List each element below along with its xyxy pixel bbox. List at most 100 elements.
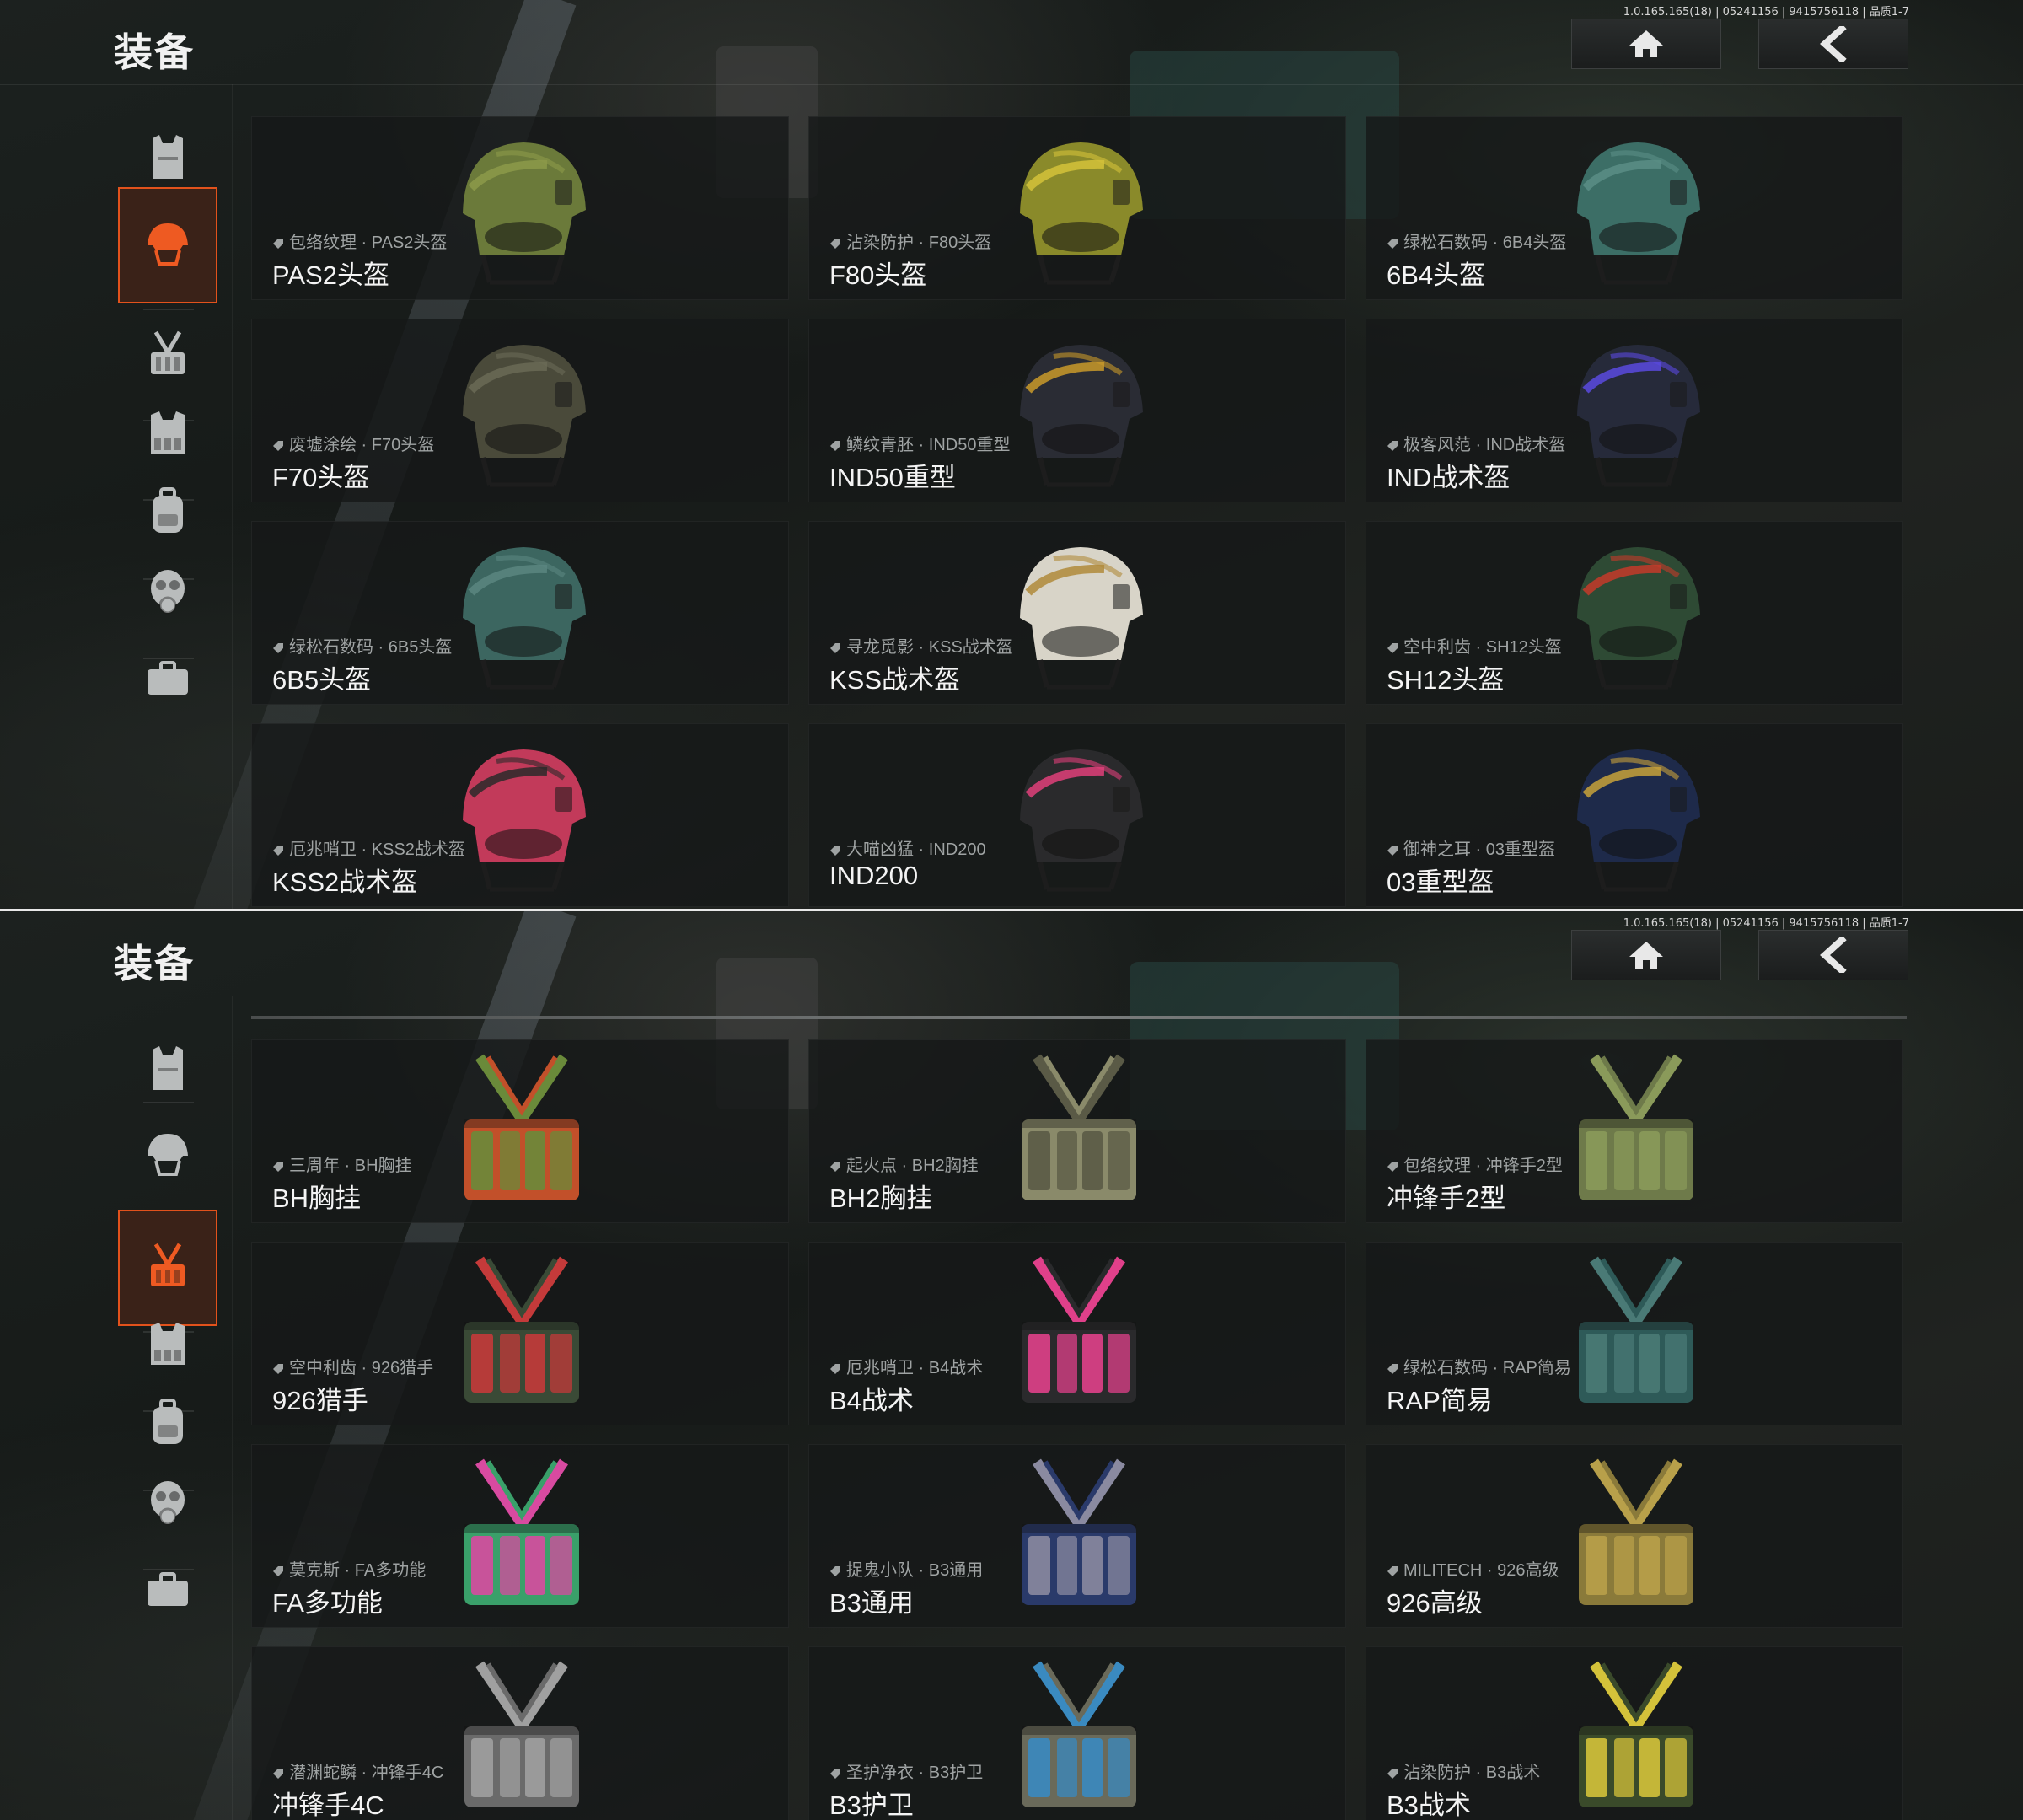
item-skin-text: MILITECH · 926高级	[1403, 1561, 1559, 1580]
item-card[interactable]: 绿松石数码 · RAP简易 RAP简易	[1366, 1242, 1903, 1425]
item-card[interactable]: 厄兆哨卫 · KSS2战术盔 KSS2战术盔	[251, 723, 789, 907]
case-icon	[141, 652, 195, 711]
sidebar-divider	[232, 84, 233, 909]
vest-icon	[141, 132, 195, 190]
item-name: 冲锋手2型	[1387, 1184, 1506, 1213]
item-skin-label: 绿松石数码 · 6B4头盔	[1387, 228, 1566, 253]
helmet-image	[1003, 331, 1155, 491]
item-skin-text: 起火点 · BH2胸挂	[846, 1157, 979, 1175]
chest-rig-image	[446, 1052, 598, 1212]
item-card[interactable]: 寻龙觅影 · KSS战术盔 KSS战术盔	[808, 521, 1346, 705]
chest-rig-image	[1560, 1457, 1712, 1617]
item-skin-text: 御神之耳 · 03重型盔	[1403, 840, 1556, 859]
armor-rig-icon	[141, 1318, 195, 1376]
item-skin-text: 包络纹理 · 冲锋手2型	[1403, 1157, 1563, 1175]
item-card[interactable]: 空中利齿 · 926猎手 926猎手	[251, 1242, 789, 1425]
category-tab-helmet[interactable]	[118, 187, 217, 303]
item-skin-text: 潜渊蛇鳞 · 冲锋手4C	[289, 1764, 444, 1782]
item-card[interactable]: 起火点 · BH2胸挂 BH2胸挂	[808, 1039, 1346, 1223]
skin-tag-icon	[1387, 841, 1398, 856]
skin-tag-icon	[829, 1764, 841, 1779]
item-name: IND50重型	[829, 463, 956, 492]
item-skin-label: 厄兆哨卫 · B4战术	[829, 1354, 983, 1378]
back-button[interactable]	[1758, 930, 1908, 980]
item-card[interactable]: 包络纹理 · PAS2头盔 PAS2头盔	[251, 116, 789, 300]
item-skin-text: 极客风范 · IND战术盔	[1403, 436, 1566, 454]
item-card[interactable]: 空中利齿 · SH12头盔 SH12头盔	[1366, 521, 1903, 705]
gas-mask-icon	[141, 565, 195, 623]
item-name: RAP简易	[1387, 1386, 1493, 1415]
item-card[interactable]: 捉鬼小队 · B3通用 B3通用	[808, 1444, 1346, 1628]
item-name: IND200	[829, 861, 919, 890]
item-card[interactable]: 大喵凶猛 · IND200 IND200	[808, 723, 1346, 907]
helmet-image	[1003, 736, 1155, 896]
item-name: BH2胸挂	[829, 1184, 933, 1213]
category-tab-gas-mask[interactable]	[118, 543, 217, 644]
item-card[interactable]: 沾染防护 · B3战术 B3战术	[1366, 1646, 1903, 1820]
item-card[interactable]: 潜渊蛇鳞 · 冲锋手4C 冲锋手4C	[251, 1646, 789, 1820]
item-card[interactable]: 鳞纹青胚 · IND50重型 IND50重型	[808, 319, 1346, 502]
item-skin-label: 莫克斯 · FA多功能	[272, 1556, 426, 1581]
helmet-image	[446, 736, 598, 896]
item-card[interactable]: 绿松石数码 · 6B5头盔 6B5头盔	[251, 521, 789, 705]
chest-rig-image	[446, 1457, 598, 1617]
item-skin-label: 厄兆哨卫 · KSS2战术盔	[272, 835, 465, 860]
item-card[interactable]: 御神之耳 · 03重型盔 03重型盔	[1366, 723, 1903, 907]
skin-tag-icon	[829, 1157, 841, 1172]
item-card[interactable]: 圣护净衣 · B3护卫 B3护卫	[808, 1646, 1346, 1820]
category-tab-case[interactable]	[118, 1542, 217, 1643]
item-name: 926高级	[1387, 1588, 1483, 1618]
skin-tag-icon	[1387, 234, 1398, 249]
item-skin-label: 圣护净衣 · B3护卫	[829, 1758, 983, 1783]
back-button[interactable]	[1758, 19, 1908, 69]
item-skin-label: 御神之耳 · 03重型盔	[1387, 835, 1555, 860]
item-skin-text: 绿松石数码 · 6B5头盔	[289, 638, 453, 657]
item-skin-label: 捉鬼小队 · B3通用	[829, 1556, 983, 1581]
item-skin-label: 绿松石数码 · 6B5头盔	[272, 633, 452, 658]
home-button[interactable]	[1571, 19, 1721, 69]
item-skin-text: 沾染防护 · B3战术	[1403, 1764, 1541, 1782]
back-chevron-icon	[1820, 937, 1847, 973]
item-skin-label: 极客风范 · IND战术盔	[1387, 431, 1565, 455]
chest-rig-image	[1560, 1254, 1712, 1415]
item-skin-text: 包络纹理 · PAS2头盔	[289, 234, 448, 252]
item-skin-text: 沾染防护 · F80头盔	[846, 234, 992, 252]
helmet-image	[1560, 129, 1712, 289]
gas-mask-icon	[141, 1476, 195, 1534]
skin-tag-icon	[829, 437, 841, 451]
skin-tag-icon	[272, 841, 284, 856]
item-name: 03重型盔	[1387, 867, 1494, 897]
item-card[interactable]: 极客风范 · IND战术盔 IND战术盔	[1366, 319, 1903, 502]
item-skin-text: 绿松石数码 · 6B4头盔	[1403, 234, 1567, 252]
chest-rig-image	[446, 1254, 598, 1415]
category-tab-gas-mask[interactable]	[118, 1454, 217, 1555]
backpack-icon	[141, 486, 195, 544]
item-name: 6B4头盔	[1387, 260, 1486, 290]
chest-rig-icon	[141, 1239, 195, 1297]
item-card[interactable]: 包络纹理 · 冲锋手2型冲锋手2型	[1366, 1039, 1903, 1223]
item-skin-label: 空中利齿 · SH12头盔	[1387, 633, 1562, 658]
item-skin-label: 寻龙觅影 · KSS战术盔	[829, 633, 1013, 658]
helmet-image	[1560, 331, 1712, 491]
home-icon	[1629, 30, 1663, 57]
item-card[interactable]: 三周年 · BH胸挂 BH胸挂	[251, 1039, 789, 1223]
category-tab-case[interactable]	[118, 631, 217, 732]
item-skin-label: 大喵凶猛 · IND200	[829, 835, 986, 860]
helmet-image	[1003, 129, 1155, 289]
category-tab-helmet[interactable]	[118, 1105, 217, 1206]
item-card[interactable]: MILITECH · 926高级 926高级	[1366, 1444, 1903, 1628]
item-card[interactable]: 莫克斯 · FA多功能 FA多功能	[251, 1444, 789, 1628]
item-skin-label: 废墟涂绘 · F70头盔	[272, 431, 434, 455]
item-card[interactable]: 绿松石数码 · 6B4头盔 6B4头盔	[1366, 116, 1903, 300]
item-card[interactable]: 厄兆哨卫 · B4战术 B4战术	[808, 1242, 1346, 1425]
helmet-image	[1003, 534, 1155, 694]
item-card[interactable]: 废墟涂绘 · F70头盔 F70头盔	[251, 319, 789, 502]
item-skin-label: 潜渊蛇鳞 · 冲锋手4C	[272, 1758, 443, 1783]
case-icon	[141, 1564, 195, 1622]
home-button[interactable]	[1571, 930, 1721, 980]
list-top-border	[251, 1016, 1907, 1019]
armor-rig-icon	[141, 406, 195, 464]
item-name: KSS战术盔	[829, 665, 961, 695]
item-card[interactable]: 沾染防护 · F80头盔 F80头盔	[808, 116, 1346, 300]
item-name: 926猎手	[272, 1386, 368, 1415]
